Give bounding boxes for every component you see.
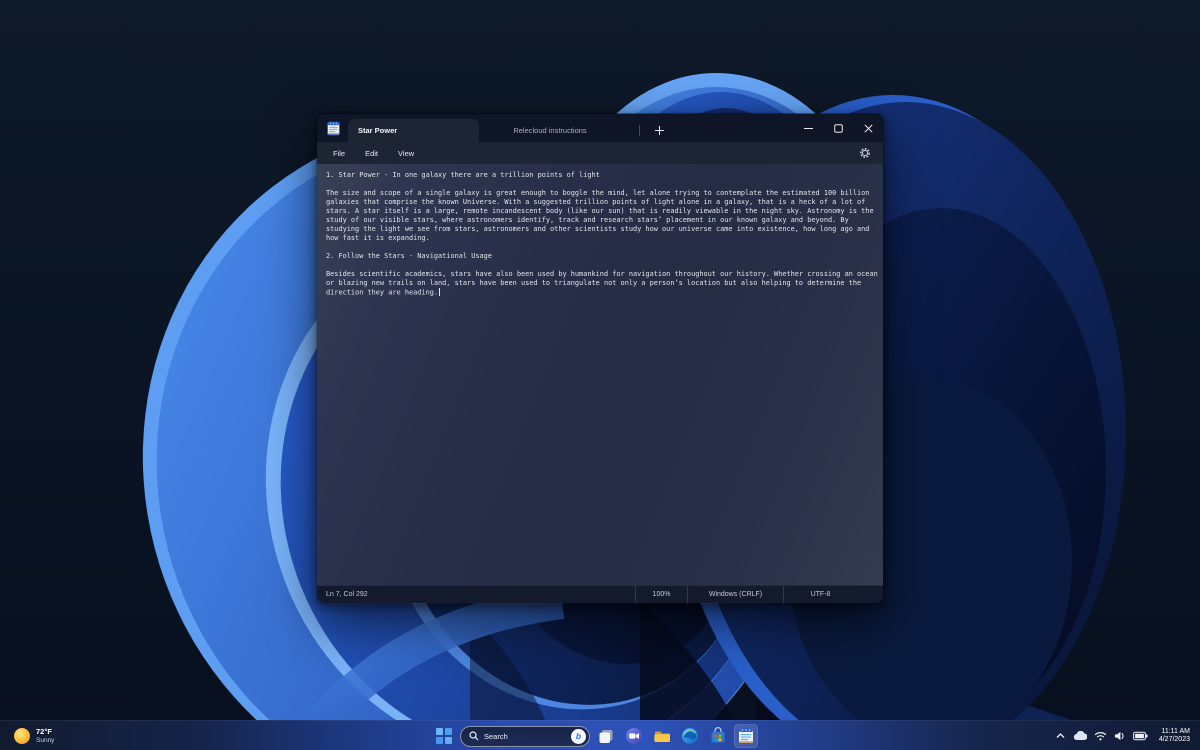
chat-button[interactable] [622, 724, 646, 748]
battery-icon[interactable] [1132, 731, 1148, 741]
weather-temperature: 72°F [36, 727, 52, 736]
system-tray: 11:11 AM 4/27/2023 [1055, 721, 1194, 750]
statusbar-end-spacer [857, 586, 883, 603]
tab-label: Relecloud instructions [513, 126, 587, 135]
notepad-app-icon [327, 121, 340, 136]
close-icon [863, 123, 873, 133]
chat-icon [626, 728, 642, 744]
menu-file[interactable]: File [323, 145, 355, 162]
minimize-button[interactable] [793, 114, 823, 142]
minimize-icon [803, 127, 813, 129]
notepad-window: Star Power Relecloud instructions File E… [316, 113, 884, 604]
tray-chevron-up-icon[interactable] [1055, 731, 1066, 741]
wifi-icon[interactable] [1094, 731, 1107, 741]
gear-icon [860, 148, 870, 158]
menu-bar: File Edit View [317, 142, 883, 164]
titlebar[interactable]: Star Power Relecloud instructions [317, 114, 883, 142]
tab-star-power[interactable]: Star Power [348, 119, 479, 142]
line-endings: Windows (CRLF) [687, 586, 783, 603]
doc-paragraph-1: The size and scope of a single galaxy is… [326, 189, 874, 242]
taskbar: 72°F Sunny Search b 11:11 AM 4/27/2023 [0, 720, 1200, 750]
close-button[interactable] [853, 114, 883, 142]
editor-content: 1. Star Power - In one galaxy there are … [317, 164, 883, 585]
clock-time: 11:11 AM [1161, 728, 1190, 735]
maximize-icon [833, 123, 843, 133]
cursor-position: Ln 7, Col 292 [326, 591, 368, 598]
doc-heading-2: 2. Follow the Stars - Navigational Usage [326, 252, 492, 260]
weather-condition: Sunny [36, 736, 55, 744]
edge-button[interactable] [678, 724, 702, 748]
file-explorer-icon [654, 731, 670, 742]
tab-relecloud-instructions[interactable]: Relecloud instructions [479, 119, 621, 142]
taskbar-center: Search b [432, 721, 758, 750]
task-view-icon [599, 730, 613, 743]
weather-widget[interactable]: 72°F Sunny [8, 721, 60, 750]
microsoft-store-button[interactable] [706, 724, 730, 748]
maximize-button[interactable] [823, 114, 853, 142]
notepad-taskbar-button[interactable] [734, 724, 758, 748]
start-button[interactable] [432, 724, 456, 748]
encoding: UTF-8 [783, 586, 857, 603]
onedrive-cloud-icon[interactable] [1073, 731, 1087, 741]
doc-heading-1: 1. Star Power - In one galaxy there are … [326, 171, 600, 179]
bing-icon[interactable]: b [571, 728, 586, 744]
clock-date: 4/27/2023 [1158, 736, 1190, 743]
menu-view[interactable]: View [388, 145, 424, 162]
doc-paragraph-2: Besides scientific academics, stars have… [326, 270, 878, 297]
edge-icon [682, 728, 698, 744]
editor-text-area[interactable]: 1. Star Power - In one galaxy there are … [326, 171, 881, 298]
tab-separator [639, 125, 640, 136]
sun-icon [14, 728, 30, 744]
search-icon [469, 731, 479, 741]
task-view-button[interactable] [594, 724, 618, 748]
status-bar: Ln 7, Col 292 100% Windows (CRLF) UTF-8 [317, 585, 883, 603]
search-input[interactable]: Search b [460, 725, 590, 747]
notepad-icon [739, 728, 753, 744]
search-placeholder: Search [484, 731, 508, 741]
menu-edit[interactable]: Edit [355, 145, 388, 162]
windows-logo-icon [436, 728, 452, 744]
zoom-level[interactable]: 100% [635, 586, 687, 603]
plus-icon [654, 125, 664, 135]
clock[interactable]: 11:11 AM 4/27/2023 [1155, 726, 1194, 746]
desktop: Star Power Relecloud instructions File E… [0, 0, 1200, 750]
tab-label: Star Power [358, 126, 398, 135]
settings-button[interactable] [854, 144, 876, 162]
speaker-icon[interactable] [1114, 731, 1126, 741]
microsoft-store-icon [711, 727, 725, 743]
text-cursor [439, 288, 441, 296]
file-explorer-button[interactable] [650, 724, 674, 748]
new-tab-button[interactable] [648, 119, 670, 141]
